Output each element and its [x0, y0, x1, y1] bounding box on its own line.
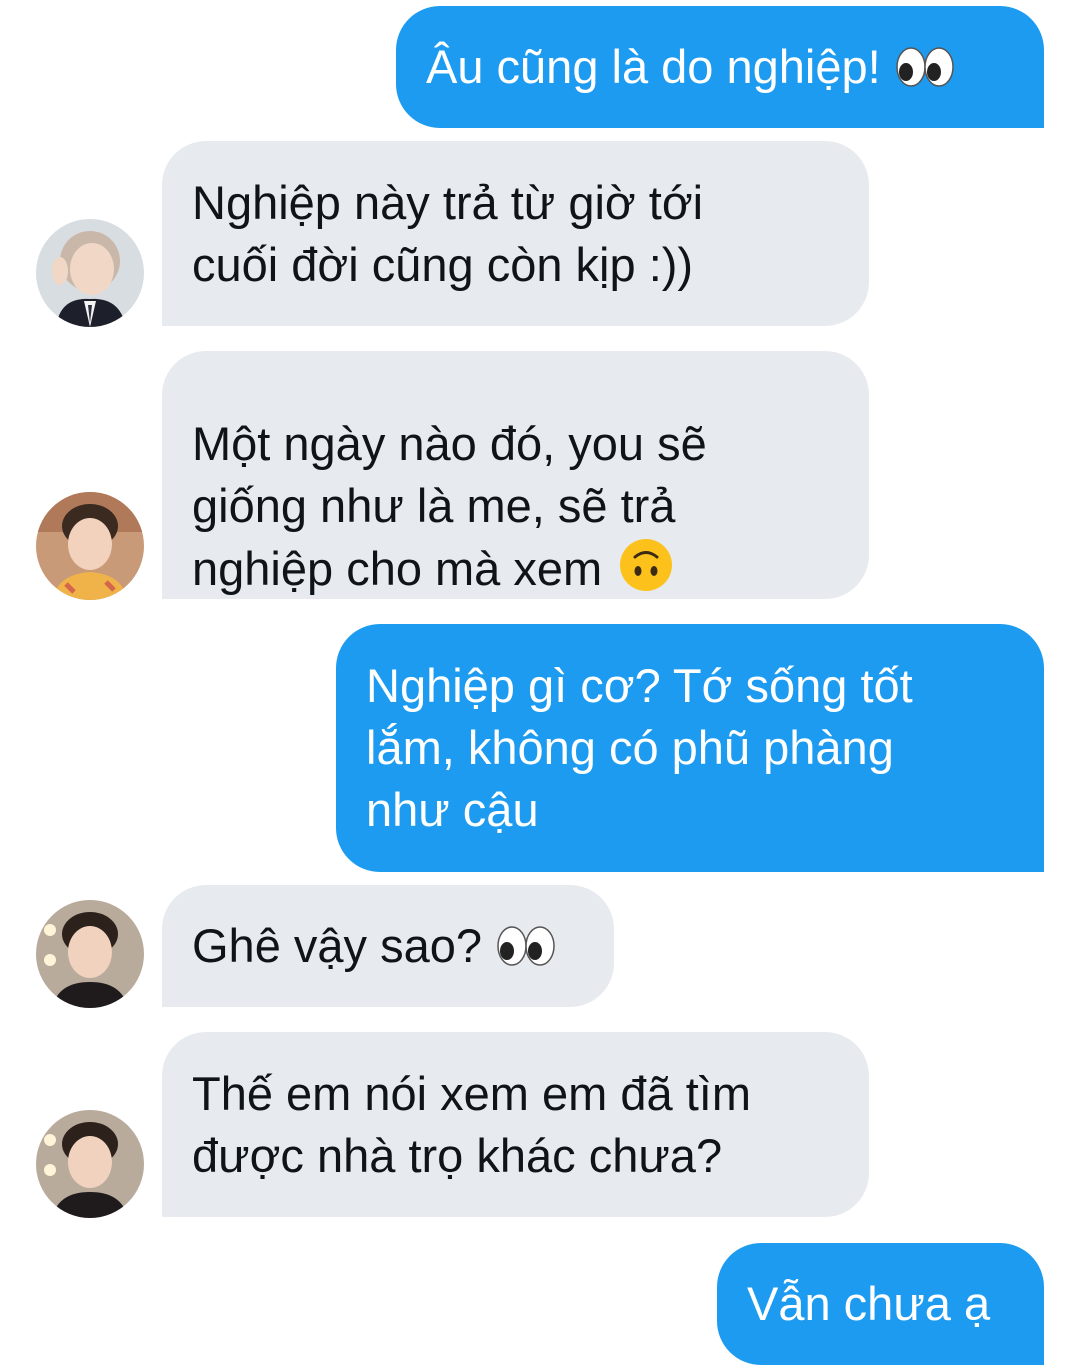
- message-text: Âu cũng là do nghiệp!: [426, 40, 881, 93]
- avatar[interactable]: [36, 900, 144, 1008]
- eyes-emoji: [895, 47, 954, 87]
- message-bubble-incoming[interactable]: Ghê vậy sao?: [162, 885, 614, 1007]
- message-bubble-outgoing[interactable]: Nghiệp gì cơ? Tớ sống tốt lắm, không có …: [336, 624, 1044, 872]
- message-bubble-outgoing[interactable]: Vẫn chưa ạ: [717, 1243, 1044, 1365]
- message-text: Thế em nói xem em đã tìm được nhà trọ kh…: [192, 1066, 751, 1182]
- avatar-photo: [36, 492, 144, 600]
- avatar-photo: [36, 1110, 144, 1218]
- eyes-emoji: [497, 926, 555, 966]
- message-text: Vẫn chưa ạ: [747, 1277, 991, 1330]
- message-bubble-outgoing[interactable]: Âu cũng là do nghiệp!: [396, 6, 1044, 128]
- message-text: Nghiệp gì cơ? Tớ sống tốt lắm, không có …: [366, 659, 913, 836]
- avatar[interactable]: [36, 1110, 144, 1218]
- avatar[interactable]: [36, 219, 144, 327]
- avatar-photo: [36, 900, 144, 1008]
- upside-down-face-emoji: [620, 538, 673, 591]
- message-bubble-incoming[interactable]: Thế em nói xem em đã tìm được nhà trọ kh…: [162, 1032, 869, 1217]
- avatar[interactable]: [36, 492, 144, 600]
- message-bubble-incoming[interactable]: Nghiệp này trả từ giờ tới cuối đời cũng …: [162, 141, 869, 326]
- message-text: Ghê vậy sao?: [192, 919, 483, 972]
- message-bubble-incoming[interactable]: Một ngày nào đó, you sẽ giống như là me,…: [162, 351, 869, 599]
- message-text: Một ngày nào đó, you sẽ giống như là me,…: [192, 416, 707, 595]
- avatar-photo: [36, 219, 144, 327]
- message-text: Nghiệp này trả từ giờ tới cuối đời cũng …: [192, 175, 704, 291]
